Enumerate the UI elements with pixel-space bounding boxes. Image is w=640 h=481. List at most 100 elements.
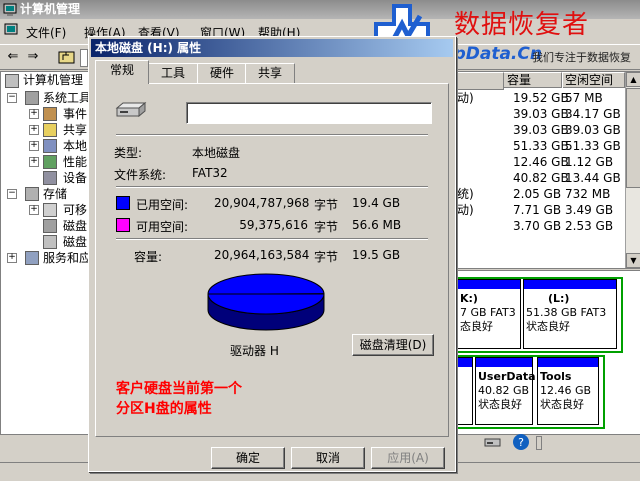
table-row[interactable]: 12.46 GB1.12 GB bbox=[455, 154, 640, 170]
type-label: 类型: bbox=[114, 144, 142, 161]
used-space-bytes: 20,904,787,968 bbox=[214, 196, 308, 210]
cell-free: 51.33 GB bbox=[565, 138, 621, 154]
cell-free: 732 MB bbox=[565, 186, 610, 202]
general-tab-panel: 类型: 本地磁盘 文件系统: FAT32 已用空间: 20,904,787,96… bbox=[95, 83, 449, 437]
column-header-capacity[interactable]: 容量 bbox=[504, 72, 562, 88]
table-row[interactable]: 39.03 GB39.03 GB bbox=[455, 122, 640, 138]
drive-icon[interactable] bbox=[484, 434, 502, 450]
users-icon bbox=[43, 139, 57, 153]
up-folder-icon[interactable] bbox=[58, 48, 76, 66]
expand-icon: + bbox=[29, 157, 39, 167]
table-row[interactable]: 动)7.71 GB3.49 GB bbox=[455, 202, 640, 218]
separator bbox=[116, 186, 428, 188]
disk-management-icon bbox=[43, 235, 57, 249]
volume-l[interactable]: (L:) 51.38 GB FAT3 状态良好 bbox=[523, 279, 617, 349]
table-row[interactable]: 统)2.05 GB732 MB bbox=[455, 186, 640, 202]
volume-partial[interactable] bbox=[457, 357, 473, 425]
disk-cleanup-button[interactable]: 磁盘清理(D) bbox=[352, 334, 434, 356]
computer-icon bbox=[5, 74, 19, 88]
cell-capacity: 51.33 GB bbox=[513, 138, 569, 154]
table-row[interactable]: 51.33 GB51.33 GB bbox=[455, 138, 640, 154]
free-space-unit: 字节 bbox=[314, 218, 338, 235]
scroll-down-icon[interactable]: ▼ bbox=[626, 253, 640, 268]
scroll-up-icon[interactable]: ▲ bbox=[626, 72, 640, 87]
expand-icon: + bbox=[29, 109, 39, 119]
filesystem-label: 文件系统: bbox=[114, 166, 166, 183]
device-icon bbox=[43, 171, 57, 185]
separator bbox=[116, 134, 428, 136]
tree-services-apps[interactable]: +服务和应 bbox=[5, 250, 98, 266]
expand-icon: + bbox=[7, 253, 17, 263]
annotation-line-2: 分区H盘的属性 bbox=[116, 398, 212, 418]
annotation-line-1: 客户硬盘当前第一个 bbox=[116, 378, 242, 398]
vertical-scrollbar[interactable]: ▲ ▼ bbox=[625, 72, 640, 268]
disk-usage-pie-chart bbox=[204, 270, 328, 336]
disk-graph-pane: K:) 7 GB FAT3 态良好 (L:) 51.38 GB FAT3 状态良… bbox=[454, 270, 640, 435]
help-icon[interactable]: ? bbox=[512, 433, 530, 451]
volume-label-input[interactable] bbox=[186, 102, 432, 124]
console-tree: 计算机管理 −系统工具 +事件 +共享 +本地 +性能 设备 −存储 +可移 磁… bbox=[0, 71, 98, 435]
capacity-bytes: 20,964,163,584 bbox=[214, 248, 308, 262]
dialog-title: 本地磁盘 (H:) 属性 bbox=[95, 39, 201, 57]
column-header-free[interactable]: 空闲空间 bbox=[563, 72, 625, 88]
tab-hardware[interactable]: 硬件 bbox=[197, 63, 247, 83]
cancel-button[interactable]: 取消 bbox=[291, 447, 365, 469]
tab-sharing[interactable]: 共享 bbox=[245, 63, 295, 83]
folder-icon bbox=[43, 123, 57, 137]
type-value: 本地磁盘 bbox=[192, 144, 240, 161]
volume-k[interactable]: K:) 7 GB FAT3 态良好 bbox=[457, 279, 521, 349]
watermark-slogan: 我们专注于数据恢复 bbox=[532, 49, 631, 65]
apply-button[interactable]: 应用(A) bbox=[371, 447, 445, 469]
used-space-swatch bbox=[116, 196, 130, 210]
separator bbox=[116, 238, 428, 240]
watermark-brand: 数据恢复者 bbox=[454, 4, 589, 41]
used-space-label: 已用空间: bbox=[136, 196, 188, 213]
capacity-size: 19.5 GB bbox=[352, 248, 416, 262]
expand-icon: + bbox=[29, 125, 39, 135]
scroll-thumb[interactable] bbox=[626, 88, 640, 188]
cell-capacity: 7.71 GB bbox=[513, 202, 561, 218]
cell-free: 1.12 GB bbox=[565, 154, 613, 170]
services-icon bbox=[25, 251, 39, 265]
disk-row-1: K:) 7 GB FAT3 态良好 (L:) 51.38 GB FAT3 状态良… bbox=[455, 277, 623, 353]
column-header-status[interactable] bbox=[455, 72, 504, 90]
volume-list: 容量 空闲空间 动)19.52 GB57 MB39.03 GB34.17 GB3… bbox=[454, 71, 640, 269]
free-space-swatch bbox=[116, 218, 130, 232]
cell-status: 动) bbox=[457, 90, 474, 106]
volume-userdata[interactable]: UserData 40.82 GB 状态良好 bbox=[475, 357, 533, 425]
tools-icon bbox=[25, 91, 39, 105]
tab-general[interactable]: 常规 bbox=[95, 60, 149, 84]
capacity-label: 容量: bbox=[134, 248, 162, 265]
cell-free: 2.53 GB bbox=[565, 218, 613, 234]
tree-system-tools[interactable]: −系统工具 bbox=[5, 90, 95, 106]
table-row[interactable]: 40.82 GB13.44 GB bbox=[455, 170, 640, 186]
dialog-titlebar[interactable]: 本地磁盘 (H:) 属性 bbox=[91, 39, 453, 57]
removable-icon bbox=[43, 203, 57, 217]
cell-free: 57 MB bbox=[565, 90, 603, 106]
bottom-toolbar: ? bbox=[454, 432, 640, 454]
free-space-label: 可用空间: bbox=[136, 218, 188, 235]
cell-status: 统) bbox=[457, 186, 474, 202]
tree-storage[interactable]: −存储 bbox=[5, 186, 98, 202]
show-tree-icon[interactable] bbox=[80, 49, 88, 67]
capacity-unit: 字节 bbox=[314, 248, 338, 265]
back-arrow-icon[interactable]: ⇐ bbox=[4, 48, 22, 66]
ok-button[interactable]: 确定 bbox=[211, 447, 285, 469]
cell-capacity: 39.03 GB bbox=[513, 106, 569, 122]
volume-tools[interactable]: Tools 12.46 GB 状态良好 bbox=[537, 357, 599, 425]
expand-icon: + bbox=[29, 205, 39, 215]
disk-row-2: UserData 40.82 GB 状态良好 Tools 12.46 GB 状态… bbox=[455, 355, 605, 429]
table-row[interactable]: 3.70 GB2.53 GB bbox=[455, 218, 640, 234]
forward-arrow-icon[interactable]: ⇒ bbox=[24, 48, 42, 66]
collapse-icon: − bbox=[7, 189, 17, 199]
defrag-icon bbox=[43, 219, 57, 233]
table-row[interactable]: 动)19.52 GB57 MB bbox=[455, 90, 640, 106]
table-row[interactable]: 39.03 GB34.17 GB bbox=[455, 106, 640, 122]
system-menu-icon[interactable] bbox=[4, 23, 19, 38]
app-title: 计算机管理 bbox=[20, 0, 80, 19]
menu-file[interactable]: 文件(F) bbox=[26, 24, 66, 41]
cell-free: 3.49 GB bbox=[565, 202, 613, 218]
cell-free: 13.44 GB bbox=[565, 170, 621, 186]
drive-letter-label: 驱动器 H bbox=[230, 342, 279, 359]
tab-tools[interactable]: 工具 bbox=[147, 63, 199, 83]
